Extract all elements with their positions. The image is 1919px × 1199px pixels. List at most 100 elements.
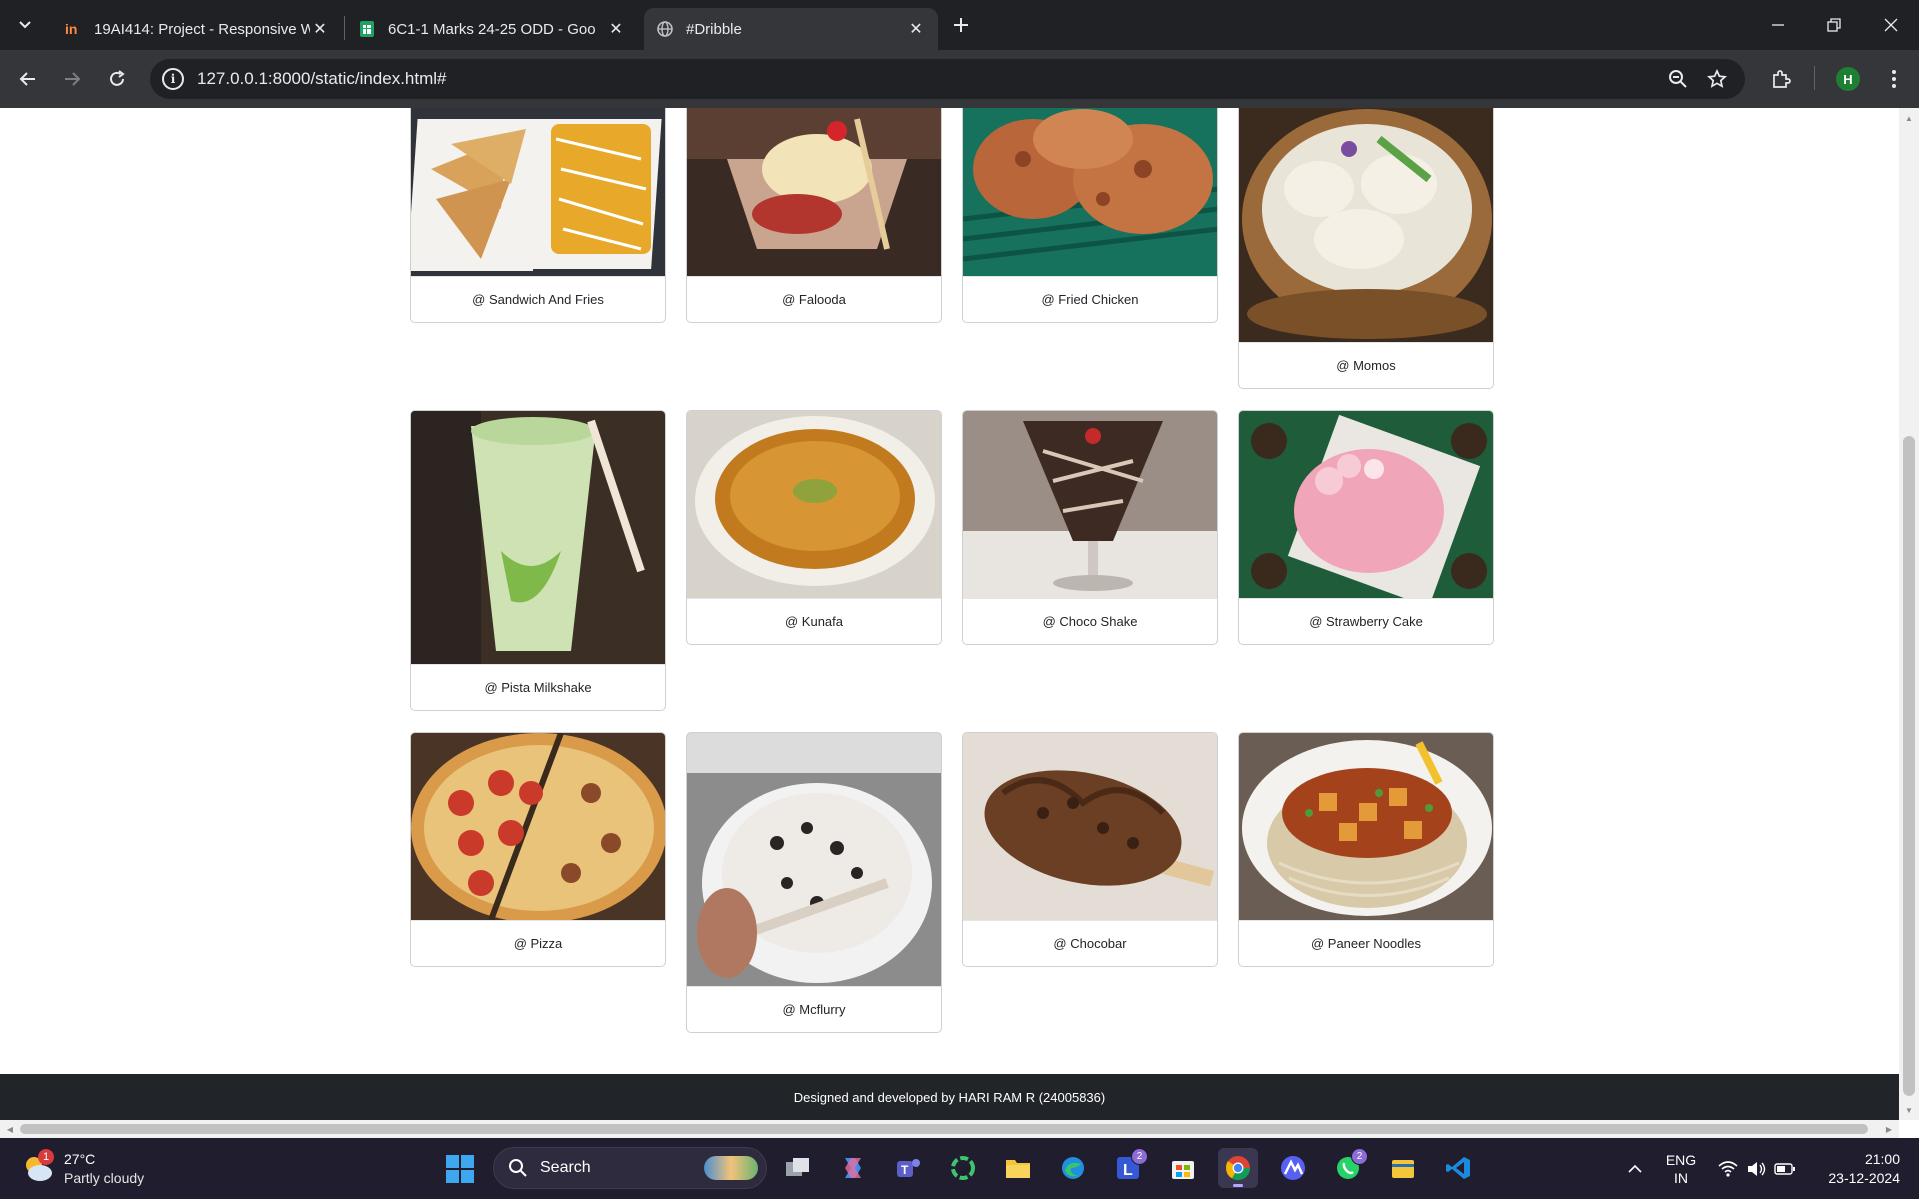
gallery-card[interactable]: @ Fried Chicken (962, 108, 1218, 323)
gallery-card[interactable]: @ Mcflurry (686, 732, 942, 1033)
copilot-button[interactable] (833, 1148, 873, 1188)
gallery-card[interactable]: @ Momos (1238, 108, 1494, 389)
language-indicator[interactable]: ENG IN (1660, 1138, 1702, 1199)
teams-button[interactable]: T (888, 1148, 928, 1188)
reload-button[interactable] (102, 64, 132, 94)
start-button[interactable] (444, 1153, 476, 1185)
forward-button[interactable] (57, 64, 87, 94)
bookmark-star-icon[interactable] (1705, 67, 1729, 91)
card-caption: @ Strawberry Cake (1239, 598, 1493, 644)
card-caption: @ Pista Milkshake (411, 664, 665, 710)
more-vertical-icon (1892, 70, 1896, 88)
card-caption: @ Choco Shake (963, 598, 1217, 644)
address-bar[interactable]: i 127.0.0.1:8000/static/index.html# (150, 59, 1745, 99)
kunafa-photo (687, 411, 941, 598)
close-window-button[interactable] (1863, 0, 1919, 50)
zoom-icon[interactable] (1666, 67, 1690, 91)
close-icon[interactable]: ✕ (906, 19, 926, 39)
choco-shake-photo (963, 411, 1217, 598)
task-view-button[interactable] (778, 1148, 818, 1188)
chrome-button[interactable] (1218, 1148, 1258, 1188)
taskbar-search[interactable]: Search (493, 1147, 767, 1189)
microsoft-store-button[interactable] (1163, 1148, 1203, 1188)
extensions-button[interactable] (1766, 64, 1796, 94)
card-caption: @ Falooda (687, 276, 941, 322)
scroll-down-arrow-icon[interactable]: ▼ (1899, 1102, 1919, 1118)
whatsapp-button[interactable]: 2 (1328, 1148, 1368, 1188)
tab-project[interactable]: in 19AI414: Project - Responsive W ✕ (52, 8, 342, 50)
tab-divider (344, 16, 345, 40)
tab-dribble[interactable]: #Dribble ✕ (644, 8, 938, 50)
files-app-button[interactable] (1383, 1148, 1423, 1188)
file-explorer-button[interactable] (998, 1148, 1038, 1188)
minimize-button[interactable] (1750, 0, 1806, 50)
wifi-icon[interactable] (1716, 1138, 1740, 1199)
minimize-icon (1772, 24, 1784, 26)
tab-search-button[interactable] (10, 10, 40, 40)
gallery-card[interactable]: @ Sandwich And Fries (410, 108, 666, 323)
clock-time: 21:00 (1864, 1151, 1900, 1167)
gallery-card[interactable]: @ Choco Shake (962, 410, 1218, 645)
refresh-app-button[interactable] (943, 1148, 983, 1188)
app-notification-badge: 2 (1131, 1148, 1148, 1165)
browser-menu-button[interactable] (1879, 64, 1909, 94)
scroll-left-arrow-icon[interactable]: ◀ (2, 1120, 18, 1138)
scroll-right-arrow-icon[interactable]: ▶ (1881, 1120, 1897, 1138)
tab-marks-sheet[interactable]: 6C1-1 Marks 24-25 ODD - Goo ✕ (346, 8, 638, 50)
vertical-scroll-thumb[interactable] (1903, 436, 1915, 1096)
active-app-indicator (1233, 1184, 1243, 1187)
site-info-icon[interactable]: i (162, 68, 184, 90)
gallery-card[interactable]: @ Strawberry Cake (1238, 410, 1494, 645)
card-caption: @ Chocobar (963, 920, 1217, 966)
show-hidden-icons-button[interactable] (1620, 1138, 1650, 1199)
plus-icon (954, 18, 968, 32)
arrow-left-icon (19, 72, 35, 86)
paneer-noodles-photo (1239, 733, 1493, 920)
search-icon (507, 1157, 529, 1179)
back-button[interactable] (13, 64, 43, 94)
restore-button[interactable] (1806, 0, 1862, 50)
profile-avatar[interactable]: H (1836, 67, 1860, 91)
edge-icon (1062, 1157, 1084, 1179)
close-icon[interactable]: ✕ (310, 19, 330, 39)
edge-button[interactable] (1053, 1148, 1093, 1188)
gallery-card[interactable]: @ Pista Milkshake (410, 410, 666, 711)
falooda-photo (687, 108, 941, 276)
teams-icon: T (897, 1159, 920, 1177)
address-url[interactable]: 127.0.0.1:8000/static/index.html# (197, 69, 447, 89)
pista-milkshake-photo (411, 411, 665, 664)
pizza-photo (411, 733, 665, 920)
weather-widget[interactable]: 1 27°C Partly cloudy (22, 1149, 192, 1189)
arc-app-button[interactable] (1273, 1148, 1313, 1188)
vscode-button[interactable] (1438, 1148, 1478, 1188)
fried-chicken-photo (963, 108, 1217, 276)
scroll-up-arrow-icon[interactable]: ▲ (1899, 110, 1919, 126)
footer-credit: Designed and developed by HARI RAM R (24… (793, 1089, 1106, 1105)
gallery-card[interactable]: @ Chocobar (962, 732, 1218, 967)
gallery-card[interactable]: @ Pizza (410, 732, 666, 967)
system-clock[interactable]: 21:00 23-12-2024 (1808, 1150, 1900, 1188)
card-caption: @ Pizza (411, 920, 665, 966)
volume-icon[interactable] (1744, 1138, 1768, 1199)
horizontal-scroll-thumb[interactable] (20, 1124, 1868, 1134)
gallery-card[interactable]: @ Falooda (686, 108, 942, 323)
horizontal-scrollbar[interactable]: ◀ ▶ (0, 1120, 1899, 1138)
new-tab-button[interactable] (946, 10, 976, 40)
gallery-card[interactable]: @ Kunafa (686, 410, 942, 645)
whatsapp-notification-badge: 2 (1351, 1148, 1368, 1165)
invision-icon: in (64, 20, 82, 38)
battery-icon[interactable] (1772, 1138, 1798, 1199)
close-icon[interactable]: ✕ (606, 19, 626, 39)
weather-condition: Partly cloudy (64, 1170, 145, 1186)
lms-app-button[interactable]: L 2 (1108, 1148, 1148, 1188)
page-viewport: @ Sandwich And Fries @ Falooda @ Fried C… (0, 108, 1899, 1120)
vertical-scrollbar[interactable]: ▲ ▼ (1899, 108, 1919, 1120)
gallery-card[interactable]: @ Paneer Noodles (1238, 732, 1494, 967)
tab-title: #Dribble (686, 20, 742, 38)
card-caption: @ Paneer Noodles (1239, 920, 1493, 966)
file-manager-icon (1392, 1160, 1414, 1178)
globe-icon (656, 20, 674, 38)
mcflurry-photo (687, 733, 941, 986)
svg-text:L: L (1123, 1162, 1133, 1179)
card-caption: @ Kunafa (687, 598, 941, 644)
